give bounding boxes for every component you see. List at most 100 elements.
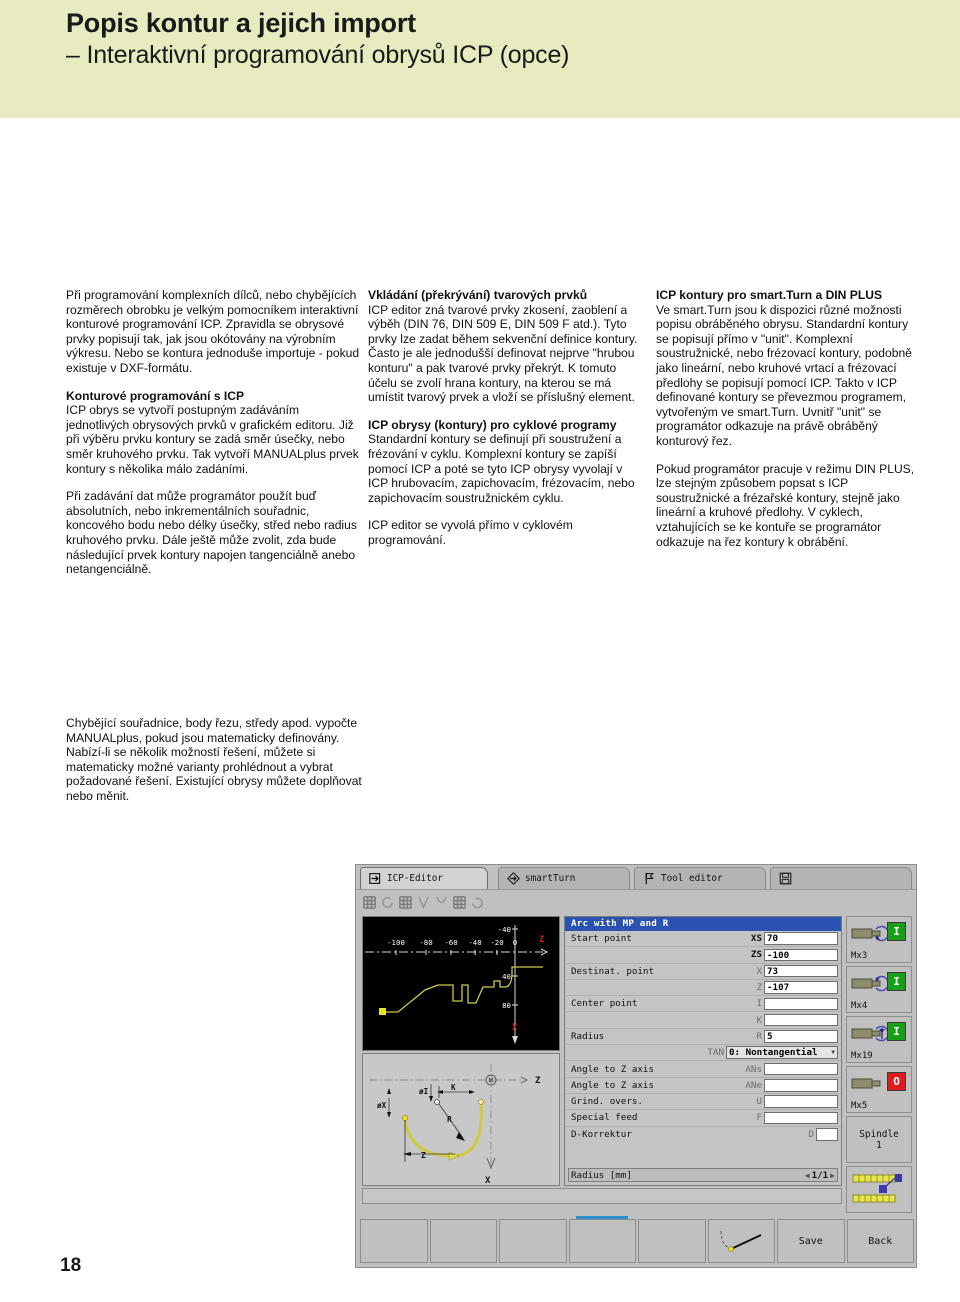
side-button-mx4[interactable]: I Mx4 bbox=[846, 966, 912, 1013]
page-subtitle: – Interaktivní programování obrysů ICP (… bbox=[66, 41, 570, 69]
svg-text:80: 80 bbox=[502, 1001, 511, 1010]
svg-text:Z: Z bbox=[535, 1076, 541, 1086]
row-value-input[interactable]: 5 bbox=[764, 1030, 838, 1043]
side-button-spindle[interactable]: Spindle 1 bbox=[846, 1116, 912, 1163]
spindle-stop-icon bbox=[851, 1078, 881, 1089]
dialog-row-radius[interactable]: Radius R 5 bbox=[565, 1029, 841, 1046]
svg-text:40: 40 bbox=[502, 972, 511, 981]
tab-icp-editor-label: ICP-Editor bbox=[387, 873, 443, 884]
row-value-input[interactable] bbox=[764, 1095, 838, 1108]
softkey-4[interactable] bbox=[568, 1216, 636, 1263]
arc-dimension-diagram: Z X R øI K øX Z bbox=[369, 1064, 541, 1186]
row-value-input[interactable] bbox=[816, 1128, 838, 1141]
side-button-mx5[interactable]: O Mx5 bbox=[846, 1066, 912, 1113]
row-code: I bbox=[756, 998, 762, 1010]
softkey-2[interactable] bbox=[429, 1219, 497, 1263]
col1-block-2: Konturové programování s ICP ICP obrys s… bbox=[66, 389, 362, 477]
dialog-row-tangential-select[interactable]: TAN 0: Nontangential ▼ bbox=[565, 1045, 841, 1062]
softkey-contour-sketch[interactable] bbox=[707, 1219, 775, 1263]
dialog-row-destination-x[interactable]: Destinat. point X 73 bbox=[565, 964, 841, 980]
svg-text:R: R bbox=[447, 1115, 452, 1124]
softkey-save[interactable]: Save bbox=[777, 1219, 845, 1263]
row-label: D-Korrektur bbox=[571, 1129, 632, 1141]
row-value-input[interactable]: -100 bbox=[764, 948, 838, 962]
dialog-row-grind-oversize[interactable]: Grind. overs. U bbox=[565, 1094, 841, 1111]
arrow-into-box-icon bbox=[369, 873, 381, 884]
dialog-row-center-i[interactable]: Center point I bbox=[565, 996, 841, 1013]
row-label: Radius bbox=[571, 1030, 605, 1042]
side-button-mx19[interactable]: I Mx19 bbox=[846, 1016, 912, 1063]
spindle-label-line1: Spindle bbox=[859, 1128, 899, 1140]
svg-text:X: X bbox=[485, 1176, 491, 1186]
col2-paragraph-1: ICP editor zná tvarové prvky zkosení, za… bbox=[368, 302, 638, 405]
angle-icon[interactable] bbox=[416, 895, 431, 910]
side-button-mx3[interactable]: I Mx3 bbox=[846, 916, 912, 963]
text-column-3: ICP kontury pro smart.Turn a DIN PLUS Ve… bbox=[656, 288, 918, 549]
tab-tool-editor[interactable]: Tool editor bbox=[634, 867, 766, 889]
row-code: X bbox=[756, 965, 762, 977]
contour-graphic-pane[interactable]: -100 -80 -60 -40 -20 0 -40 40 80 Z X bbox=[362, 916, 560, 1051]
col2-heading-1: Vkládání (překrývání) tvarových prvků bbox=[368, 288, 588, 302]
row-value-input[interactable]: 70 bbox=[764, 932, 838, 945]
dialog-row-angle-ans[interactable]: Angle to Z axis ANs bbox=[565, 1061, 841, 1078]
page-next-icon[interactable]: ▶ bbox=[830, 1171, 835, 1180]
text-column-1-continued: Chybějící souřadnice, body řezu, středy … bbox=[66, 716, 362, 804]
softkey-back[interactable]: Back bbox=[846, 1219, 914, 1263]
undo-icon[interactable] bbox=[470, 895, 485, 910]
col1-paragraph-4: Chybějící souřadnice, body řezu, středy … bbox=[66, 716, 362, 803]
row-value-input[interactable] bbox=[764, 997, 838, 1011]
side-button-tool-carrier[interactable] bbox=[846, 1166, 912, 1213]
col1-paragraph-3: Při zadávání dat může programátor použít… bbox=[66, 489, 357, 577]
dialog-row-start-point-zs[interactable]: ZS -100 bbox=[565, 947, 841, 964]
softkey-5[interactable] bbox=[638, 1219, 706, 1263]
dialog-row-start-point-xs[interactable]: Start point XS 70 bbox=[565, 931, 841, 948]
dialog-row-center-k[interactable]: K bbox=[565, 1012, 841, 1029]
page-prev-icon[interactable]: ◀ bbox=[805, 1171, 810, 1180]
status-lamp: O bbox=[887, 1072, 906, 1091]
row-code: D bbox=[808, 1129, 814, 1141]
row-value-input[interactable] bbox=[764, 1111, 838, 1125]
col2-paragraph-2: Standardní kontury se definují při soust… bbox=[368, 432, 635, 505]
row-code: F bbox=[756, 1112, 762, 1124]
spindle-orient-icon bbox=[851, 1025, 889, 1042]
grid-icon[interactable] bbox=[362, 895, 377, 910]
row-value-input[interactable] bbox=[764, 1062, 838, 1076]
parameter-dialog: Arc with MP and R Start point XS 70 ZS -… bbox=[564, 916, 842, 1186]
tab-icp-editor[interactable]: ICP-Editor bbox=[360, 867, 488, 889]
row-value-input[interactable] bbox=[764, 1079, 838, 1092]
dialog-spacer bbox=[565, 1143, 841, 1165]
svg-text:-40: -40 bbox=[468, 938, 481, 947]
arc-icon[interactable] bbox=[434, 895, 449, 910]
col2-paragraph-3: ICP editor se vyvolá přímo v cyklovém pr… bbox=[368, 518, 573, 547]
dialog-row-special-feed[interactable]: Special feed F bbox=[565, 1110, 841, 1127]
col1-paragraph-2: ICP obrys se vytvoří postupným zadáváním… bbox=[66, 403, 359, 476]
softkey-1[interactable] bbox=[360, 1219, 428, 1263]
row-value-input[interactable]: -107 bbox=[764, 981, 838, 994]
dialog-row-angle-ane[interactable]: Angle to Z axis ANe bbox=[565, 1078, 841, 1094]
dialog-pager[interactable]: ◀ 1/1 ▶ bbox=[805, 1170, 835, 1181]
svg-text:0: 0 bbox=[513, 938, 517, 947]
page-title: Popis kontur a jejich import bbox=[66, 8, 416, 38]
softkey-back-label: Back bbox=[868, 1235, 893, 1247]
row-code: R bbox=[756, 1030, 762, 1042]
tab-smartturn[interactable]: smartTurn bbox=[498, 867, 630, 889]
dialog-status-bar: Radius [mm] ◀ 1/1 ▶ bbox=[568, 1168, 838, 1182]
svg-text:-80: -80 bbox=[419, 938, 432, 947]
svg-text:-40: -40 bbox=[498, 925, 511, 934]
tangential-select[interactable]: 0: Nontangential ▼ bbox=[726, 1046, 838, 1060]
grid-icon[interactable] bbox=[398, 895, 413, 910]
text-column-2: Vkládání (překrývání) tvarových prvků IC… bbox=[368, 288, 640, 548]
rotate-cw-icon[interactable] bbox=[380, 895, 395, 910]
row-code: Z bbox=[756, 982, 762, 994]
row-value-input[interactable]: 73 bbox=[764, 964, 838, 978]
diamond-arrow-icon bbox=[507, 872, 520, 885]
dialog-row-destination-z[interactable]: Z -107 bbox=[565, 980, 841, 997]
side-button-label: Mx4 bbox=[851, 1001, 868, 1011]
grid-icon[interactable] bbox=[452, 895, 467, 910]
tab-save-program[interactable] bbox=[770, 867, 912, 889]
dialog-row-d-korrektur[interactable]: D-Korrektur D bbox=[565, 1127, 841, 1143]
row-code: TAN bbox=[707, 1047, 724, 1059]
softkey-3[interactable] bbox=[499, 1219, 567, 1263]
row-value-input[interactable] bbox=[764, 1013, 838, 1027]
svg-text:Z: Z bbox=[421, 1151, 426, 1160]
